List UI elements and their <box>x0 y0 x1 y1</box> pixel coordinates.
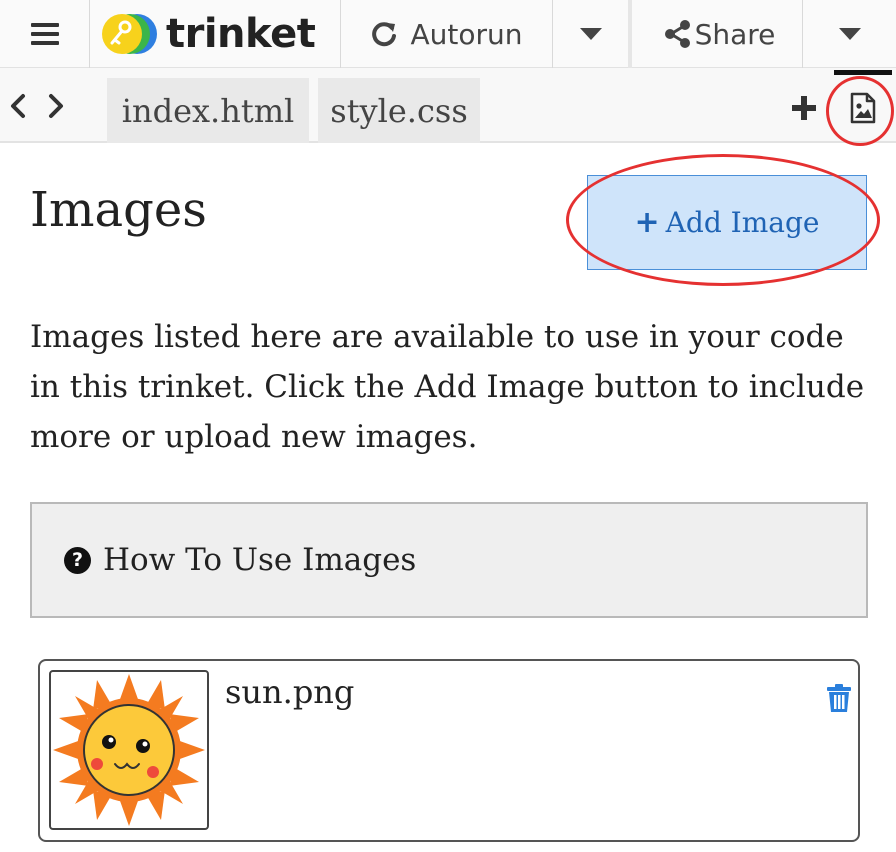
chevron-left-icon[interactable] <box>8 92 28 120</box>
tab-index-html[interactable]: index.html <box>107 78 309 143</box>
annotation-circle-images-tab <box>826 76 894 146</box>
chevron-down-icon <box>838 28 861 40</box>
logo-text: trinket <box>166 11 316 57</box>
active-tab-indicator <box>834 70 892 75</box>
chevron-right-icon[interactable] <box>46 92 66 120</box>
annotation-circle-add-image <box>566 154 880 286</box>
chevron-down-icon <box>579 28 602 40</box>
image-filename: sun.png <box>225 673 355 711</box>
hamburger-icon <box>30 23 59 45</box>
share-label: Share <box>694 17 776 51</box>
more-options-dropdown[interactable] <box>803 0 896 68</box>
autorun-label: Autorun <box>410 17 523 51</box>
autorun-button[interactable]: Autorun <box>341 0 553 68</box>
top-toolbar: trinket Autorun Share <box>0 0 896 68</box>
run-options-dropdown[interactable] <box>553 0 632 68</box>
sun-image <box>53 674 205 826</box>
share-icon <box>664 20 690 48</box>
menu-button[interactable] <box>0 0 90 68</box>
refresh-icon <box>372 22 397 47</box>
images-description: Images listed here are available to use … <box>30 319 865 455</box>
howto-label: How To Use Images <box>103 542 417 578</box>
tab-navigation <box>8 92 72 120</box>
trash-icon[interactable] <box>826 683 852 713</box>
file-tab-bar: index.html style.css <box>0 68 896 143</box>
page-title: Images <box>30 182 207 238</box>
question-circle-icon: ? <box>64 546 91 574</box>
how-to-use-images-toggle[interactable]: ? How To Use Images <box>30 502 868 618</box>
trinket-logo[interactable]: trinket <box>90 0 341 68</box>
share-button[interactable]: Share <box>636 0 803 68</box>
plus-icon[interactable] <box>790 94 818 122</box>
image-thumbnail <box>49 670 209 830</box>
trinket-logo-icon <box>102 14 157 54</box>
tab-style-css[interactable]: style.css <box>318 78 480 143</box>
image-list-item: sun.png <box>38 659 860 842</box>
